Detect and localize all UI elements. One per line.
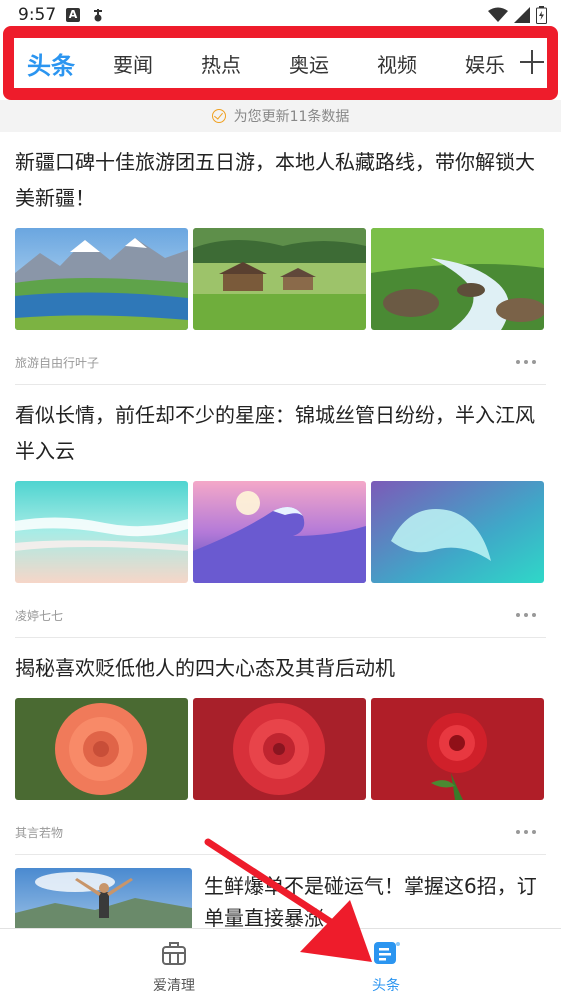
beach-waves-image[interactable] xyxy=(15,481,188,583)
tab-video[interactable]: 视频 xyxy=(354,49,440,78)
coral-rose-image[interactable] xyxy=(15,698,188,800)
village-meadow-image[interactable] xyxy=(193,228,366,330)
divider xyxy=(15,384,546,385)
tab-olympics[interactable]: 奥运 xyxy=(264,49,354,78)
news-icon xyxy=(374,942,400,964)
briefcase-clean-icon xyxy=(162,942,186,965)
tab-news[interactable]: 要闻 xyxy=(88,49,178,78)
article-source: 其言若物 xyxy=(15,825,64,840)
article-meta: 其言若物 xyxy=(15,822,546,842)
update-notice-text: 为您更新11条数据 xyxy=(233,109,350,125)
signal-icon xyxy=(514,7,530,23)
article-card[interactable]: 生鲜爆单不是碰运气！掌握这6招，订单量直接暴涨 xyxy=(15,868,546,928)
man-on-mountain-image[interactable] xyxy=(15,868,192,928)
article-image-row xyxy=(15,698,546,800)
article-title[interactable]: 揭秘喜欢贬低他人的四大心态及其背后动机 xyxy=(15,650,546,686)
red-rose-dew-image[interactable] xyxy=(371,698,544,800)
article-image-row xyxy=(15,228,546,330)
article-source: 凌婷七七 xyxy=(15,608,64,623)
article-card[interactable]: 新疆口碑十佳旅游团五日游，本地人私藏路线，带你解锁大美新疆！ 旅游自由行叶子 xyxy=(15,144,546,385)
nav-item-headlines[interactable]: 头条 xyxy=(346,939,426,995)
article-title[interactable]: 看似长情，前任却不少的星座：锦城丝管日纷纷，半入江风半入云 xyxy=(15,397,546,469)
status-left-icons: A xyxy=(66,8,104,22)
channel-tab-bar: 头条 要闻 热点 奥运 视频 娱乐 xyxy=(14,38,547,88)
mountain-lake-image[interactable] xyxy=(15,228,188,330)
add-channel-icon[interactable] xyxy=(519,48,545,76)
red-rose-image[interactable] xyxy=(193,698,366,800)
vpn-key-icon xyxy=(94,9,102,22)
purple-wave-image[interactable] xyxy=(193,481,366,583)
tab-hot[interactable]: 热点 xyxy=(178,49,264,78)
article-meta: 凌婷七七 xyxy=(15,605,546,625)
check-circle-icon xyxy=(211,109,226,123)
article-card[interactable]: 看似长情，前任却不少的星座：锦城丝管日纷纷，半入江风半入云 凌婷七七 xyxy=(15,397,546,638)
mountain-stream-image[interactable] xyxy=(371,228,544,330)
turquoise-wave-image[interactable] xyxy=(371,481,544,583)
tab-headlines[interactable]: 头条 xyxy=(14,46,88,81)
nav-label-headlines: 头条 xyxy=(372,978,400,994)
tab-entertainment[interactable]: 娱乐 xyxy=(440,49,530,78)
article-meta: 旅游自由行叶子 xyxy=(15,352,546,372)
article-title[interactable]: 新疆口碑十佳旅游团五日游，本地人私藏路线，带你解锁大美新疆！ xyxy=(15,144,546,216)
divider xyxy=(15,854,546,855)
more-options-icon[interactable] xyxy=(516,360,546,364)
article-title[interactable]: 生鲜爆单不是碰运气！掌握这6招，订单量直接暴涨 xyxy=(204,870,546,928)
nav-label-clean: 爱清理 xyxy=(153,978,195,994)
article-image-row xyxy=(15,481,546,583)
status-time: 9:57 xyxy=(18,5,57,25)
divider xyxy=(15,637,546,638)
battery-icon xyxy=(536,6,547,24)
status-right-icons xyxy=(488,6,547,24)
more-options-icon[interactable] xyxy=(516,830,546,834)
article-card[interactable]: 揭秘喜欢贬低他人的四大心态及其背后动机 其言若物 xyxy=(15,650,546,855)
update-notice: 为您更新11条数据 xyxy=(0,100,561,132)
notification-a-icon: A xyxy=(66,8,80,22)
wifi-icon xyxy=(488,7,508,22)
bottom-nav: 爱清理 头条 xyxy=(0,928,561,997)
article-source: 旅游自由行叶子 xyxy=(15,355,100,370)
nav-item-clean[interactable]: 爱清理 xyxy=(134,939,214,995)
more-options-icon[interactable] xyxy=(516,613,546,617)
